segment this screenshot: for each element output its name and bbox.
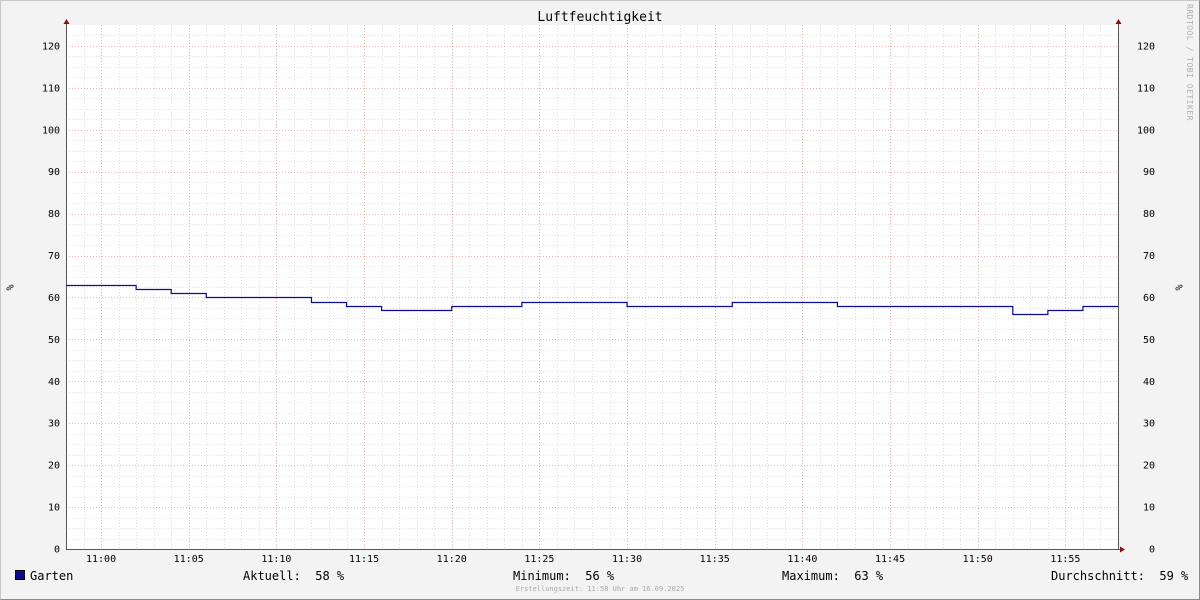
y-tick-label-right: 20: [1143, 461, 1155, 472]
y-tick-label-left: 120: [42, 41, 60, 52]
x-tick-label: 11:55: [1050, 554, 1080, 565]
y-tick-label-left: 90: [48, 167, 60, 178]
creation-timestamp: Erstellungszeit: 11:58 Uhr am 16.09.2025: [515, 585, 685, 593]
y-tick-label-left: 80: [48, 209, 60, 220]
x-tick-label: 11:25: [524, 554, 554, 565]
y-tick-label-right: 0: [1149, 545, 1155, 556]
x-tick-label: 11:20: [437, 554, 467, 565]
y-tick-label-right: 120: [1137, 41, 1155, 52]
legend-swatch-garten: [15, 570, 25, 580]
y-tick-label-left: 60: [48, 293, 60, 304]
y-tick-label-left: 50: [48, 335, 60, 346]
y-tick-label-right: 50: [1143, 335, 1155, 346]
x-tick-label: 11:10: [261, 554, 291, 565]
y-tick-label-left: 10: [48, 503, 60, 514]
stat-durchschnitt: Durchschnitt: 59 %: [1051, 569, 1189, 583]
y-tick-label-right: 110: [1137, 83, 1155, 94]
y-tick-label-left: 20: [48, 461, 60, 472]
x-tick-label: 11:05: [174, 554, 204, 565]
x-tick-label: 11:40: [787, 554, 817, 565]
x-tick-label: 11:30: [612, 554, 642, 565]
y-tick-label-right: 10: [1143, 503, 1155, 514]
legend-series-name: Garten: [30, 569, 74, 583]
legend: Garten Aktuell: 58 % Minimum: 56 % Maxim…: [0, 569, 1200, 583]
y-axis-arrow-left: [63, 19, 70, 24]
chart-canvas: 0 0 10 10 20 20 30 30 40 40 50 50 60 60 70 70 80 80 90 90 10…: [42, 19, 1155, 565]
y-tick-label-right: 100: [1137, 125, 1155, 136]
y-tick-label-right: 30: [1143, 419, 1155, 430]
y-tick-label-left: 0: [54, 545, 60, 556]
y-tick-label-left: 40: [48, 377, 60, 388]
x-tick-label: 11:35: [700, 554, 730, 565]
y-tick-label-right: 80: [1143, 209, 1155, 220]
stat-maximum: Maximum: 63 %: [782, 569, 884, 583]
y-tick-label-left: 70: [48, 251, 60, 262]
x-tick-label: 11:00: [86, 554, 116, 565]
y-tick-label-left: 110: [42, 83, 60, 94]
y-axis-arrow-right: [1115, 19, 1122, 24]
y-tick-label-right: 60: [1143, 293, 1155, 304]
y-tick-label-left: 30: [48, 419, 60, 430]
x-tick-label: 11:50: [963, 554, 993, 565]
y-tick-label-right: 70: [1143, 251, 1155, 262]
y-tick-label-left: 100: [42, 125, 60, 136]
x-tick-label: 11:15: [349, 554, 379, 565]
y-tick-label-right: 40: [1143, 377, 1155, 388]
stat-minimum: Minimum: 56 %: [513, 569, 615, 583]
x-tick-label: 11:45: [875, 554, 905, 565]
x-axis-arrow: [1120, 546, 1125, 553]
y-tick-label-right: 90: [1143, 167, 1155, 178]
stat-aktuell: Aktuell: 58 %: [243, 569, 345, 583]
